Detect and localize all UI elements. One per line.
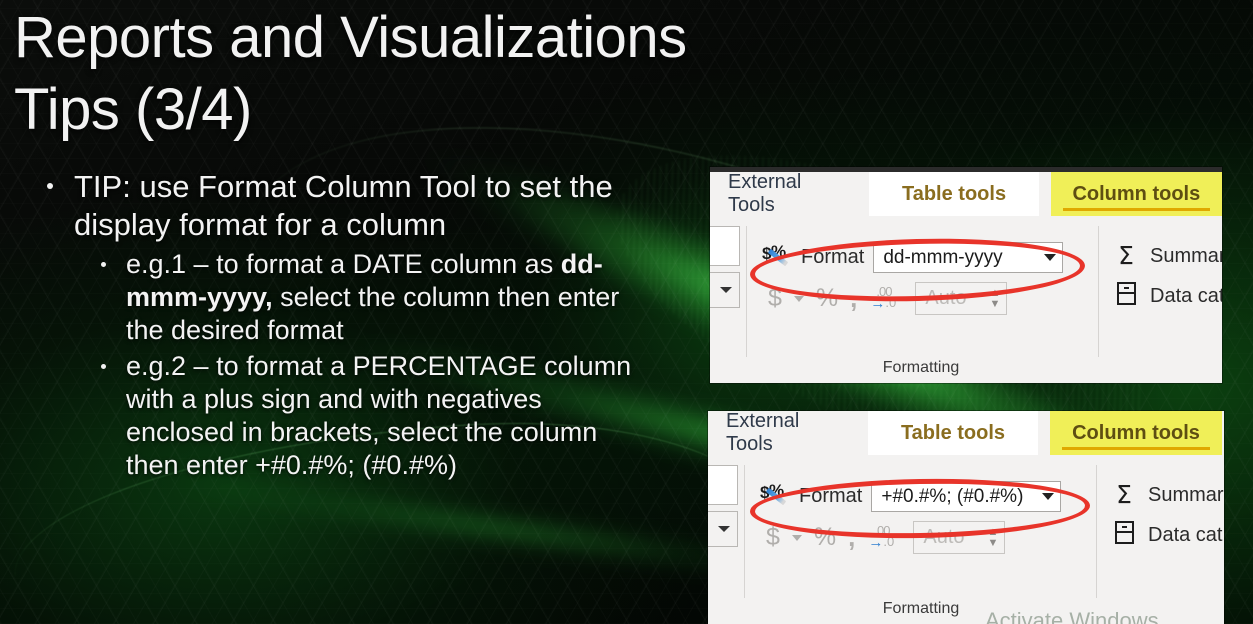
format-combobox[interactable]: +#0.#%; (#0.#%) [871, 481, 1062, 512]
tab-column-tools[interactable]: Column tools [1050, 411, 1222, 455]
tab-column-tools-label: Column tools [1072, 182, 1201, 205]
ribbon-properties-group: Σ Summar Data cat [1112, 475, 1224, 555]
bullet-level1-text: TIP: use Format Column Tool to set the d… [74, 169, 613, 242]
currency-dropdown-chevron-icon[interactable] [793, 295, 804, 302]
ribbon-tabstrip: External Tools Table tools Column tools [708, 411, 1224, 459]
ribbon-screenshot-panel-2: External Tools Table tools Column tools … [708, 411, 1224, 624]
tab-table-tools-label: Table tools [901, 182, 1007, 205]
format-control-row: $ % Format dd-mmm-yyyy [762, 242, 1064, 273]
data-category-control[interactable]: Data cat [1112, 515, 1224, 555]
spinner-down-icon[interactable]: ▼ [989, 298, 1000, 309]
ribbon-screenshot-panel-1: External Tools Table tools Column tools … [710, 167, 1222, 383]
tab-table-tools[interactable]: Table tools [868, 411, 1038, 455]
spinner-arrows[interactable]: ▲ ▼ [987, 526, 998, 548]
activate-windows-watermark: Activate Windows [985, 608, 1159, 624]
summarize-label: Summari [1150, 244, 1222, 267]
slide-body: TIP: use Format Column Tool to set the d… [36, 168, 656, 482]
decimal-places-spinner[interactable]: Auto ▲ ▼ [915, 282, 1008, 315]
decimal-arrow: → [870, 294, 886, 312]
decimal-places-value: Auto [925, 287, 967, 309]
data-category-icon [1114, 282, 1138, 310]
ribbon-group-label-formatting: Formatting [882, 359, 960, 376]
bullet-dot-icon [101, 364, 106, 369]
chevron-down-icon [720, 287, 732, 293]
clipped-dropdown-control[interactable] [710, 272, 740, 308]
chevron-down-icon [1044, 254, 1057, 261]
currency-button-icon[interactable]: $ [768, 284, 782, 313]
decimal-places-spinner[interactable]: Auto ▲ ▼ [913, 521, 1006, 554]
chevron-down-icon [1042, 493, 1055, 500]
tab-external-tools-label: External Tools [726, 411, 800, 455]
tab-column-tools-label: Column tools [1072, 421, 1200, 444]
currency-dropdown-chevron-icon[interactable] [791, 534, 802, 541]
format-secondary-controls: $ % , .00 → .0 Auto ▲ ▼ [768, 282, 1008, 315]
bullet-level1-tip: TIP: use Format Column Tool to set the d… [36, 168, 656, 244]
tab-table-tools-label: Table tools [900, 421, 1006, 444]
decimal-places-icon[interactable]: .00 → .0 [869, 284, 899, 312]
tab-active-underline [1062, 447, 1210, 450]
format-label: Format [801, 246, 865, 268]
format-currency-percent-icon: $ % [762, 242, 792, 271]
format-control-row: $ % Format +#0.#%; (#0.#%) [760, 481, 1062, 512]
slide-title-line-2: Tips (3/4) [14, 77, 252, 142]
data-category-label: Data cate [1150, 284, 1222, 307]
ribbon-content-area: $ % Format +#0.#%; (#0.#%) $ % , .00 → .… [708, 459, 1224, 624]
spinner-up-icon[interactable]: ▲ [987, 526, 998, 537]
decimal-arrow: → [868, 533, 884, 551]
spinner-down-icon[interactable]: ▼ [987, 537, 998, 548]
clipped-textbox-control[interactable] [710, 226, 740, 266]
slide-canvas: Reports and Visualizations Tips (3/4) TI… [0, 0, 1253, 624]
format-currency-percent-icon: $ % [760, 481, 790, 510]
ribbon-properties-group: Σ Summari Data cate [1114, 236, 1222, 316]
decimal-places-value: Auto [923, 526, 965, 548]
clipped-dropdown-control[interactable] [708, 511, 738, 547]
summarize-control[interactable]: Σ Summari [1114, 236, 1222, 276]
format-label: Format [799, 485, 863, 507]
data-category-label: Data cat [1148, 523, 1223, 546]
sigma-icon: Σ [1116, 479, 1132, 509]
tab-active-underline [1062, 208, 1210, 211]
tab-table-tools[interactable]: Table tools [869, 172, 1039, 216]
format-combobox-value: +#0.#%; (#0.#%) [881, 485, 1024, 507]
format-combobox[interactable]: dd-mmm-yyyy [873, 242, 1064, 273]
ribbon-group-divider-right [1098, 226, 1099, 357]
bullet-level2-example-1: e.g.1 – to format a DATE column as dd-mm… [88, 248, 656, 347]
example1-text-pre: e.g.1 – to format a DATE column as [126, 249, 561, 279]
thousands-separator-icon[interactable]: , [850, 283, 857, 314]
summarize-control[interactable]: Σ Summar [1112, 475, 1224, 515]
thousands-separator-icon[interactable]: , [848, 522, 855, 553]
tab-external-tools[interactable]: External Tools [708, 411, 868, 455]
ribbon-group-divider-right [1096, 465, 1097, 598]
decimal-places-icon[interactable]: .00 → .0 [867, 523, 897, 551]
ribbon-group-divider-left [746, 226, 747, 357]
currency-button-icon[interactable]: $ [766, 523, 780, 552]
bullet-dot-icon [47, 183, 53, 189]
decimal-zero: .0 [885, 294, 897, 310]
format-secondary-controls: $ % , .00 → .0 Auto ▲ ▼ [766, 521, 1006, 554]
format-combobox-value: dd-mmm-yyyy [883, 246, 1003, 268]
tab-column-tools[interactable]: Column tools [1050, 172, 1222, 216]
spinner-arrows[interactable]: ▲ ▼ [989, 287, 1000, 309]
ribbon-group-divider-left [744, 465, 745, 598]
percent-button-icon[interactable]: % [816, 284, 838, 313]
decimal-zero: .0 [883, 533, 895, 549]
ribbon-tabstrip: External Tools Table tools Column tools [710, 171, 1222, 220]
chevron-down-icon [718, 526, 730, 532]
slide-title: Reports and Visualizations Tips (3/4) [14, 2, 774, 146]
percent-button-icon[interactable]: % [814, 523, 836, 552]
summarize-label: Summar [1148, 483, 1224, 506]
ribbon-content-area: $ % Format dd-mmm-yyyy $ % , .00 → .0 Au… [710, 220, 1222, 383]
slide-title-line-1: Reports and Visualizations [14, 5, 687, 70]
sigma-icon: Σ [1118, 240, 1134, 270]
example2-text: e.g.2 – to format a PERCENTAGE column wi… [126, 351, 632, 480]
data-category-control[interactable]: Data cate [1114, 276, 1222, 316]
clipped-textbox-control[interactable] [708, 465, 738, 505]
bullet-dot-icon [101, 262, 106, 267]
tab-external-tools[interactable]: External Tools [710, 171, 869, 216]
data-category-icon [1112, 521, 1136, 549]
bullet-level2-example-2: e.g.2 – to format a PERCENTAGE column wi… [88, 350, 656, 482]
tab-external-tools-label: External Tools [728, 171, 802, 216]
spinner-up-icon[interactable]: ▲ [989, 287, 1000, 298]
